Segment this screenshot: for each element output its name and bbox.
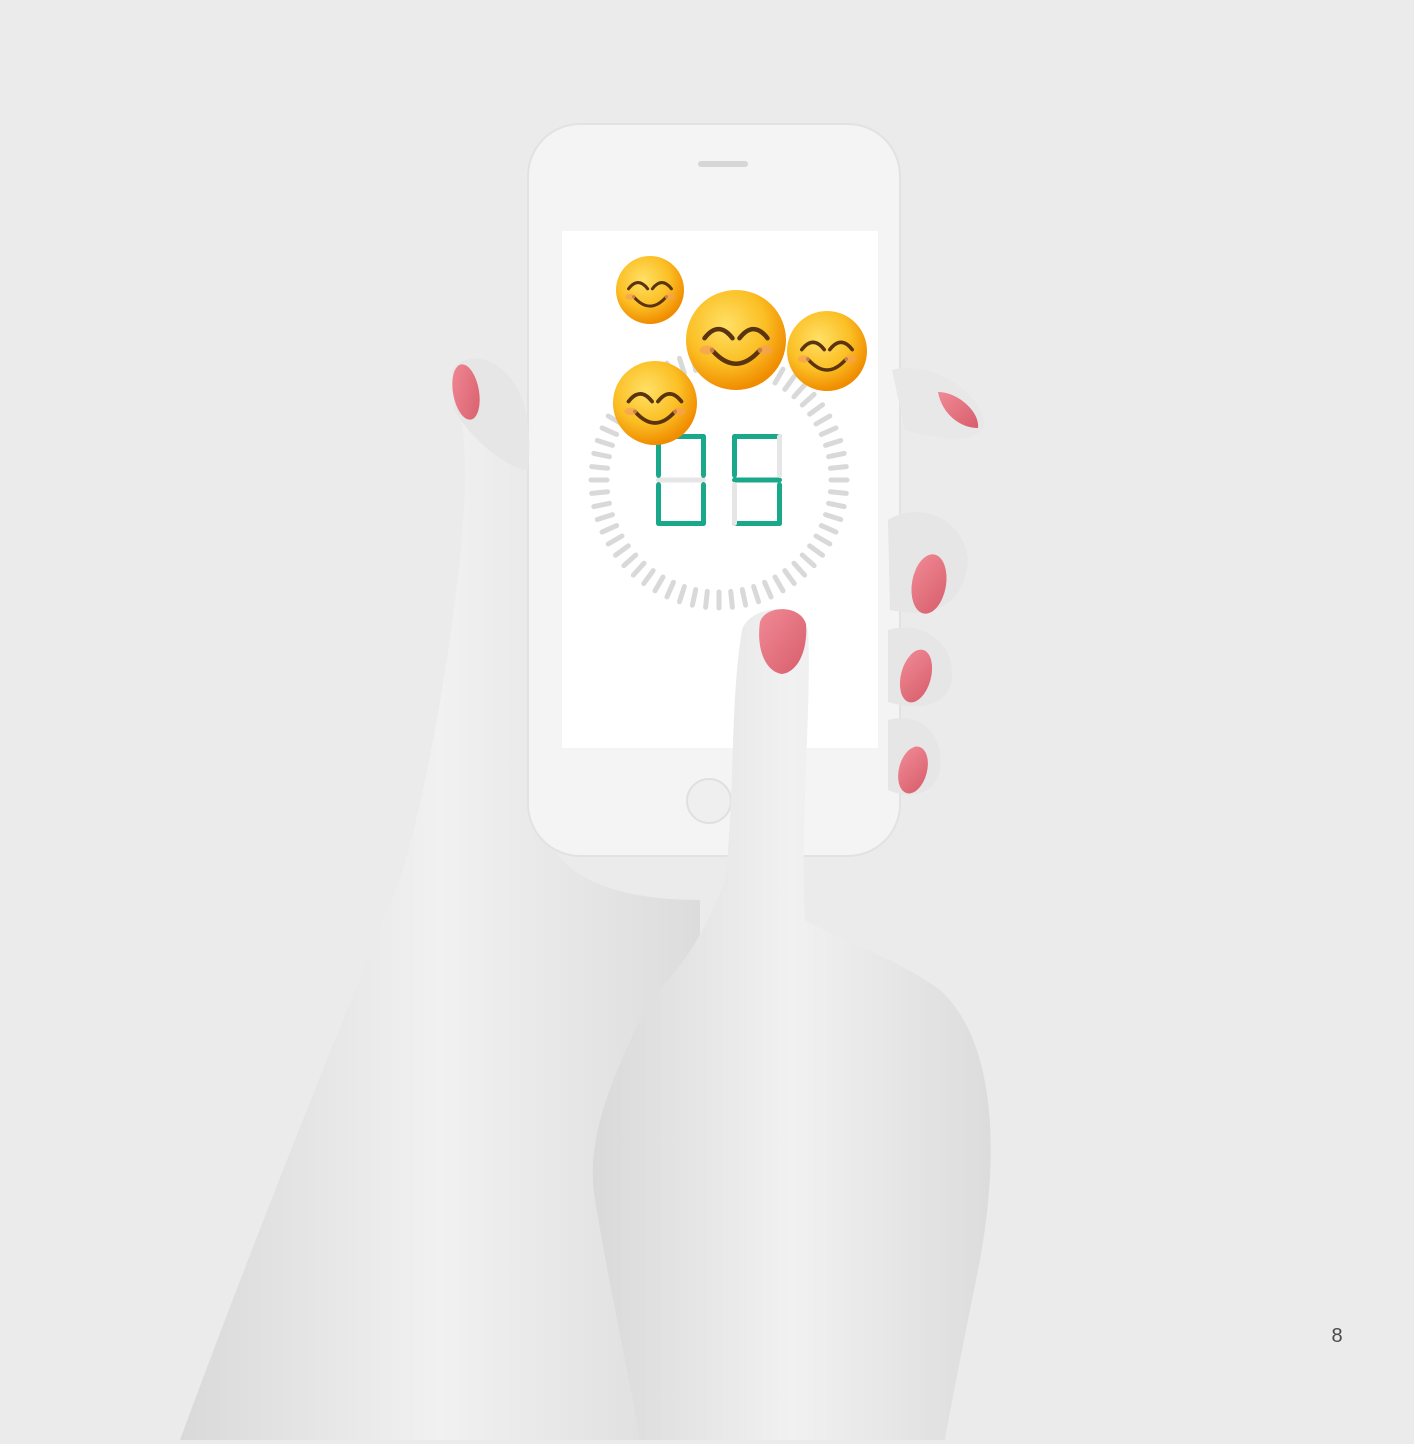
smiling-face-icon: [686, 290, 786, 390]
digit-segment: [701, 434, 706, 478]
digit-segment: [732, 434, 782, 439]
tick-inactive: [826, 450, 847, 460]
emoji-cheek: [699, 345, 715, 355]
digit-segment: [732, 521, 782, 526]
digit-segment: [732, 482, 737, 526]
emoji-face: [787, 311, 867, 391]
earpiece: [698, 161, 748, 167]
emoji-cheek: [757, 345, 773, 355]
emoji-cheek: [664, 293, 675, 300]
tick-inactive: [728, 588, 735, 610]
emoji-cheek: [844, 355, 857, 363]
digit-segment: [656, 477, 706, 483]
digit-segment: [777, 434, 782, 478]
digit-segment: [777, 482, 782, 526]
emoji-face: [686, 290, 786, 390]
emoji-cheek: [673, 407, 686, 416]
digit-segment: [701, 482, 706, 526]
digit-segment: [732, 477, 782, 483]
emoji-face: [613, 361, 697, 445]
emoji-cheek: [797, 355, 810, 363]
tick-inactive: [827, 489, 849, 496]
tick-inactive: [739, 587, 749, 608]
left-hand-fingers: [888, 368, 985, 795]
digit-segment: [656, 521, 706, 526]
tick-inactive: [589, 464, 611, 471]
tick-inactive: [703, 588, 710, 610]
page-number: 8: [1331, 1325, 1343, 1347]
emoji-cheek: [624, 407, 637, 416]
smiling-face-icon: [787, 311, 867, 391]
home-button[interactable]: [686, 778, 732, 824]
tick-inactive: [589, 489, 611, 496]
digit-segment: [656, 482, 661, 526]
smiling-face-icon: [613, 361, 697, 445]
tick-inactive: [591, 500, 612, 510]
tick-inactive: [826, 500, 847, 510]
emoji-face: [616, 256, 684, 324]
digit-segment: [732, 434, 737, 478]
tick-inactive: [591, 450, 612, 460]
scene: 8: [0, 0, 1414, 1440]
emoji-cheek: [625, 293, 636, 300]
tick-inactive: [827, 464, 849, 471]
scene-svg: [180, 123, 991, 1440]
tick-inactive: [689, 587, 699, 608]
smiling-face-icon: [616, 256, 684, 324]
